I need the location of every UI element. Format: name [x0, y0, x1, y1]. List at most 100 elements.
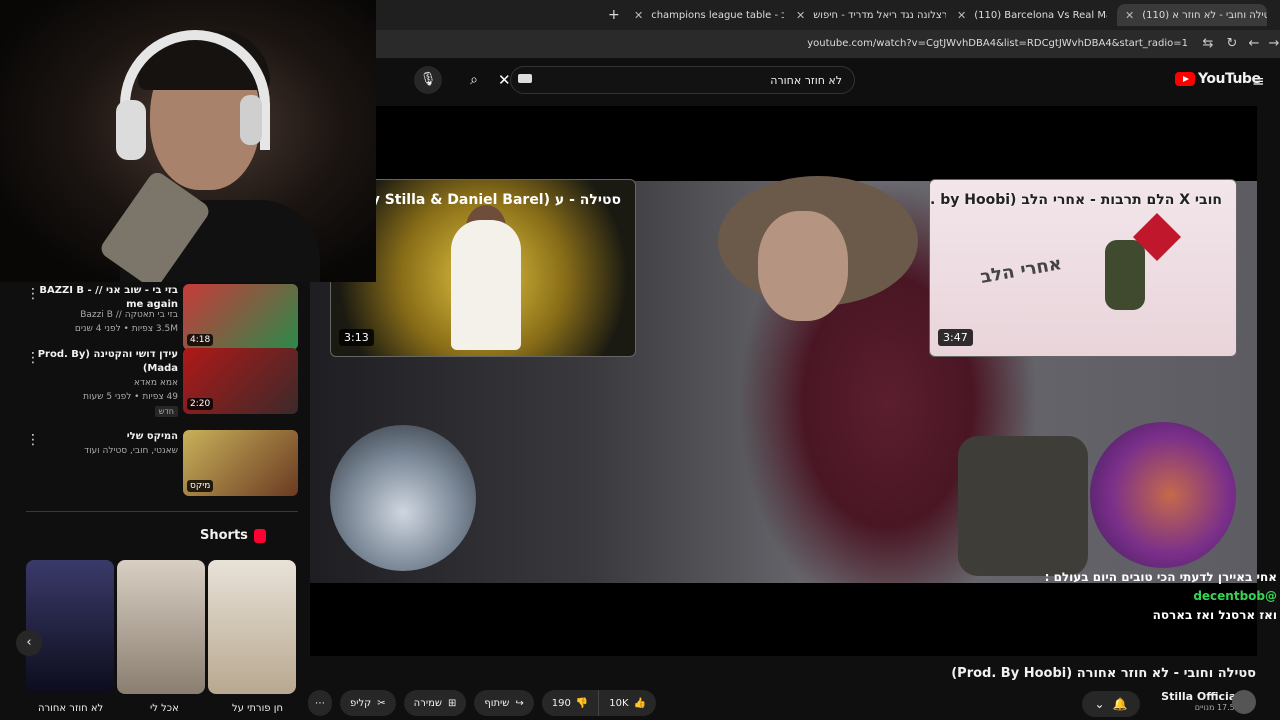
end-card-video[interactable]: אחרי הלב חובי X הלם תרבות - אחרי הלב (Pr…	[929, 179, 1237, 357]
like-count: 10K	[609, 697, 629, 709]
subscribe-bell-button[interactable]: ⌄ 🔔	[1082, 691, 1140, 717]
address-bar: youtube.com/watch?v=CgtJWvhDBA4&list=RDC…	[376, 30, 1280, 58]
subscriber-count: 17.5K מנויים	[1194, 703, 1240, 712]
end-card-channel-avatar[interactable]	[330, 425, 476, 571]
channel-avatar[interactable]	[1232, 690, 1256, 714]
clip-button[interactable]: ✂ קליפ	[340, 690, 396, 716]
video-title[interactable]: המיקס שלי	[28, 430, 178, 444]
back-icon[interactable]: ←	[1246, 36, 1262, 51]
share-label: שיתוף	[484, 697, 510, 709]
video-channel[interactable]: אמא מאדא	[134, 378, 178, 388]
keyboard-icon[interactable]	[518, 74, 532, 83]
more-options-icon[interactable]: ⋮	[26, 286, 40, 302]
like-dislike-group: 👍 10K 👎 190	[541, 690, 657, 716]
card-art-text: אחרי הלב	[978, 253, 1064, 288]
chat-message: אחי באיירן לדעתי הכי טובים היום בעולם :	[1044, 570, 1277, 584]
like-button[interactable]: 👍 10K	[598, 690, 656, 716]
short-title[interactable]: חן פורתי על	[232, 703, 283, 714]
tab-title: (110) סטילה וחובי - לא חוזר א	[1142, 9, 1267, 21]
chat-message-line2: ואז ארסנל ואז בארסה	[1152, 608, 1277, 622]
chat-overlay: אחי באיירן לדעתי הכי טובים היום בעולם : …	[987, 568, 1277, 625]
video-subject-bag	[958, 436, 1088, 576]
video-actions: ⋯ ✂ קליפ ⊞ שמירה ↪ שיתוף 👍 10K 👎 190	[308, 690, 657, 718]
section-divider	[26, 511, 298, 512]
video-stats: 49 צפיות • לפני 5 שעות	[83, 392, 178, 402]
bookmark-icon: ⊞	[447, 697, 457, 709]
close-tab-icon[interactable]: ✕	[634, 9, 643, 22]
video-title[interactable]: עידן דושי והקטינה (Prod. By Mada)	[28, 348, 178, 376]
short-thumbnail[interactable]	[208, 560, 296, 694]
new-badge: חדש	[154, 406, 178, 417]
video-channel[interactable]: בזי בי תאטקה // Bazzi B	[80, 310, 178, 320]
video-duration: 2:20	[187, 398, 214, 410]
mix-badge: מיקס	[187, 480, 214, 492]
video-thumbnail[interactable]: 2:20	[183, 348, 298, 414]
hamburger-menu-icon[interactable]: ≡	[1252, 72, 1265, 90]
youtube-play-icon	[1175, 72, 1195, 86]
end-card-channel-avatar[interactable]	[1090, 422, 1236, 568]
shorts-label: Shorts	[200, 528, 248, 543]
share-button[interactable]: ↪ שיתוף	[474, 690, 534, 716]
chat-handle: @decentbob	[1193, 589, 1277, 603]
reload-icon[interactable]: ↻	[1224, 36, 1240, 51]
card-figure	[1105, 240, 1145, 310]
video-channel[interactable]: שאנטי, חובי, סטילה ועוד	[84, 446, 178, 456]
shorts-icon	[253, 528, 266, 543]
dislike-button[interactable]: 👎 190	[542, 690, 599, 716]
video-stats: 3.5M צפיות • לפני 4 שנים	[74, 324, 178, 334]
short-title[interactable]: לא חוזר אחורה	[38, 703, 103, 714]
chevron-down-icon: ⌄	[1094, 697, 1105, 711]
recommendation-item[interactable]: מיקס המיקס שלי שאנטי, חובי, סטילה ועוד ⋮	[0, 430, 310, 500]
search-input[interactable]: לא חוזר אחורה	[510, 66, 855, 94]
tab-title: (110) Barcelona Vs Real Madrid	[974, 9, 1107, 21]
video-subject-face	[758, 211, 848, 321]
video-title: סטילה וחובי - לא חוזר אחורה (Prod. By Ho…	[951, 666, 1256, 681]
video-thumbnail[interactable]: 4:18	[183, 284, 298, 350]
new-tab-button[interactable]: +	[608, 4, 624, 26]
bell-icon: 🔔	[1112, 697, 1128, 711]
microphone-icon[interactable]: 🎙	[414, 66, 442, 94]
video-duration: 4:18	[187, 334, 214, 346]
shorts-header: Shorts	[200, 528, 266, 543]
tab-title: champions league table - חיפוש ב	[651, 9, 784, 21]
close-tab-icon[interactable]: ✕	[796, 9, 805, 22]
chevron-left-icon[interactable]: ‹	[16, 630, 42, 656]
close-tab-icon[interactable]: ✕	[957, 9, 966, 22]
tab-title: ברצלונה נגד ריאל מדריד - חיפוש	[813, 9, 946, 21]
tab-youtube-active[interactable]: ✕ (110) סטילה וחובי - לא חוזר א	[1117, 4, 1267, 26]
end-card-title: חובי X הלם תרבות - אחרי הלב (Prod. by Ho…	[930, 192, 1222, 208]
video-title[interactable]: בזי בי - שוב אני // BAZZI B - me again	[28, 284, 178, 312]
more-actions-icon[interactable]: ⋯	[308, 690, 332, 716]
tab-champions-league[interactable]: ✕ champions league table - חיפוש ב	[634, 4, 784, 26]
close-tab-icon[interactable]: ✕	[1125, 9, 1134, 22]
headphone-cup	[116, 100, 146, 160]
channel-name[interactable]: Stilla Official	[1161, 690, 1240, 703]
more-options-icon[interactable]: ⋮	[26, 350, 40, 366]
thumbs-up-icon: 👍	[633, 697, 647, 709]
clear-search-icon[interactable]: ✕	[498, 71, 511, 89]
more-options-icon[interactable]: ⋮	[26, 432, 40, 448]
short-thumbnail[interactable]	[117, 560, 205, 694]
tab-google-search[interactable]: ✕ ברצלונה נגד ריאל מדריד - חיפוש	[796, 4, 946, 26]
search-icon[interactable]: ⌕	[458, 66, 490, 94]
card-figure	[451, 220, 521, 350]
channel-info[interactable]: Stilla Official 17.5K מנויים	[1161, 690, 1240, 712]
search-input-value: לא חוזר אחורה	[770, 73, 842, 87]
headphone-cup	[240, 95, 262, 145]
save-button[interactable]: ⊞ שמירה	[403, 690, 467, 716]
mix-thumbnail[interactable]: מיקס	[183, 430, 298, 496]
short-thumbnail[interactable]	[26, 560, 114, 694]
youtube-logo[interactable]: YouTube	[1175, 71, 1261, 87]
webcam-overlay	[0, 0, 376, 282]
translate-icon[interactable]: ⇆	[1200, 36, 1216, 51]
recommendation-item[interactable]: 4:18 בזי בי - שוב אני // BAZZI B - me ag…	[0, 284, 310, 354]
thumbs-down-icon: 👎	[575, 697, 589, 709]
save-label: שמירה	[413, 697, 442, 709]
url-field[interactable]: youtube.com/watch?v=CgtJWvhDBA4&list=RDC…	[807, 38, 1188, 49]
recommendation-item[interactable]: 2:20 עידן דושי והקטינה (Prod. By Mada) א…	[0, 348, 310, 418]
forward-icon[interactable]: →	[1266, 36, 1280, 51]
short-title[interactable]: אכל לי	[150, 703, 179, 714]
end-card-duration: 3:47	[938, 329, 973, 346]
tab-barcelona[interactable]: ✕ (110) Barcelona Vs Real Madrid	[957, 4, 1107, 26]
end-card-duration: 3:13	[339, 329, 374, 346]
